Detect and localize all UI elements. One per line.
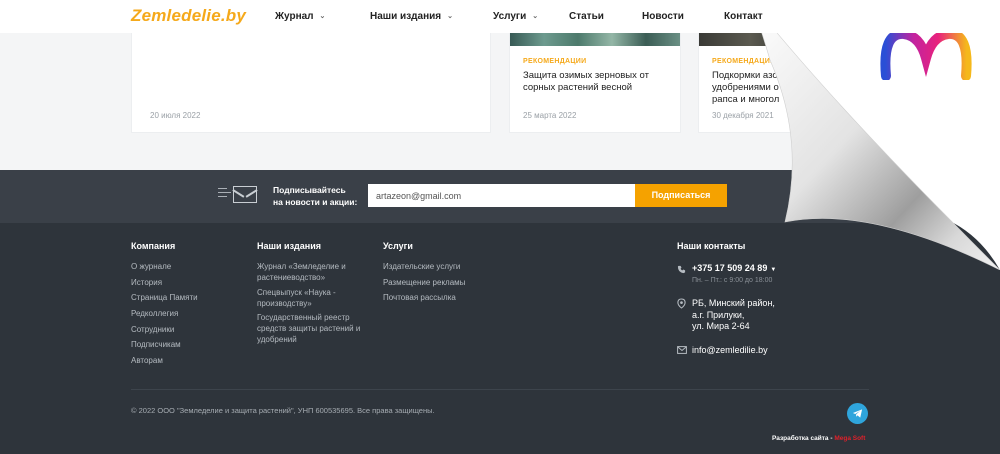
nav-label: Услуги (493, 11, 527, 22)
address-line: ул. Мира 2-64 (692, 321, 750, 331)
footer-link[interactable]: Страница Памяти (131, 292, 198, 303)
footer-link[interactable]: Почтовая рассылка (383, 292, 456, 303)
developer-brand: Mega Soft (834, 435, 866, 442)
developer-label: Разработка сайта - (772, 435, 835, 442)
footer-link[interactable]: Сотрудники (131, 324, 174, 335)
copyright: © 2022 ООО "Земледелие и защита растений… (131, 406, 435, 415)
footer-link[interactable]: Подписчикам (131, 339, 181, 350)
footer-link[interactable]: Журнал «Земледелие и растениеводство» (257, 261, 357, 283)
site-logo[interactable]: Zemledelie.by (131, 6, 246, 26)
telegram-icon (852, 409, 863, 418)
nav-label: Наши издания (370, 11, 442, 22)
footer-link[interactable]: История (131, 277, 162, 288)
footer-link[interactable]: Размещение рекламы (383, 277, 465, 288)
news-card[interactable]: РЕКОМЕНДАЦИИ Защита озимых зерновых от с… (509, 31, 681, 133)
address-line: РБ, Минский район, (692, 298, 775, 308)
address: РБ, Минский район, а.г. Прилуки, ул. Мир… (692, 298, 775, 333)
developer-credit[interactable]: Разработка сайта - Mega Soft (772, 435, 865, 442)
chevron-down-icon: ⌄ (319, 13, 326, 20)
work-hours: Пн. – Пт.: с 9:00 до 18:00 (692, 277, 773, 284)
telegram-button[interactable] (847, 403, 868, 424)
nav-item-services[interactable]: Услуги ⌄ (493, 11, 538, 22)
footer-heading-services: Услуги (383, 241, 413, 251)
card-tag: РЕКОМЕНДАЦИИ (523, 58, 587, 65)
nav-label: Контакт (724, 11, 763, 22)
nav-item-editions[interactable]: Наши издания ⌄ (370, 11, 453, 22)
card-date: 25 марта 2022 (523, 111, 577, 120)
subscribe-text-line: на новости и акции: (273, 197, 358, 207)
footer-divider (131, 389, 869, 390)
footer-heading-company: Компания (131, 241, 176, 251)
footer-link[interactable]: Государственный реестр средств защиты ра… (257, 312, 367, 345)
subscribe-text-line: Подписывайтесь (273, 185, 346, 195)
footer-heading-editions: Наши издания (257, 241, 321, 251)
footer-link[interactable]: О журнале (131, 261, 171, 272)
envelope-icon (233, 186, 257, 203)
footer-heading-contacts: Наши контакты (677, 241, 746, 251)
footer-link[interactable]: Авторам (131, 355, 163, 366)
site-header: Zemledelie.by Журнал ⌄ Наши издания ⌄ Услу… (0, 0, 1000, 33)
mail-icon (677, 346, 687, 354)
footer-link[interactable]: Спецвыпуск «Наука - производству» (257, 287, 357, 309)
chevron-down-icon: ⌄ (532, 13, 539, 20)
speed-lines-icon (218, 188, 231, 200)
card-image (510, 32, 680, 46)
email-field[interactable] (368, 184, 635, 207)
chevron-down-icon: ⌄ (447, 13, 453, 20)
news-card[interactable]: 20 июля 2022 (131, 31, 491, 133)
card-title: Защита озимых зерновых от сорных растени… (523, 70, 649, 93)
subscribe-button[interactable]: Подписаться (635, 184, 727, 207)
phone-icon (677, 265, 686, 274)
footer-link[interactable]: Редколлегия (131, 308, 178, 319)
nav-item-contacts[interactable]: Контакт (724, 11, 763, 22)
nav-label: Статьи (569, 11, 604, 22)
nav-item-articles[interactable]: Статьи (569, 11, 604, 22)
location-pin-icon (677, 298, 686, 309)
nav-label: Журнал (275, 11, 314, 22)
contact-email[interactable]: info@zemledilie.by (692, 345, 768, 355)
card-date: 20 июля 2022 (150, 111, 201, 120)
footer-link[interactable]: Издательские услуги (383, 261, 460, 272)
subscribe-text: Подписывайтесь на новости и акции: (273, 184, 357, 208)
address-line: а.г. Прилуки, (692, 309, 745, 320)
nav-item-journal[interactable]: Журнал ⌄ (275, 11, 325, 22)
nav-label: Новости (642, 11, 684, 22)
megasoft-logo (880, 29, 972, 80)
nav-item-news[interactable]: Новости (642, 11, 684, 22)
